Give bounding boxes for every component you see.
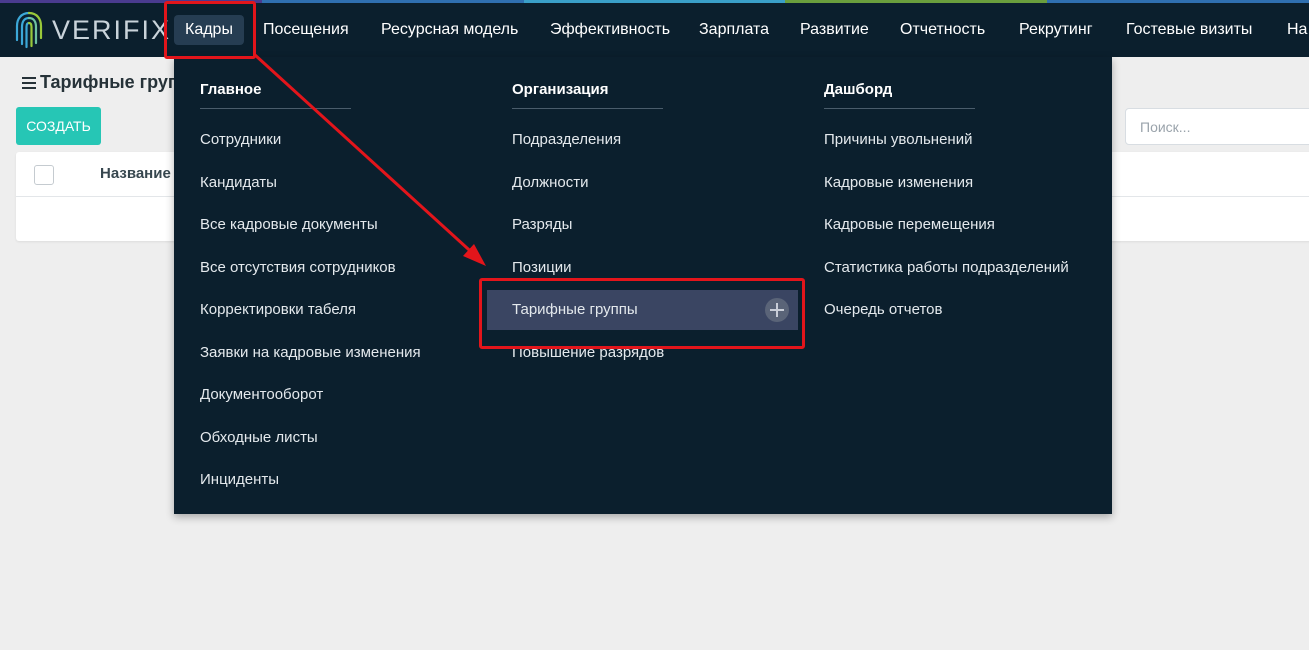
menu-item-grades[interactable]: Разряды <box>512 216 572 233</box>
kadry-dropdown-menu: Главное Сотрудники Кандидаты Все кадровы… <box>174 57 1112 514</box>
nav-item-kadry[interactable]: Кадры <box>174 3 244 57</box>
menu-item-grade-promotion[interactable]: Повышение разрядов <box>512 344 664 361</box>
fingerprint-icon <box>15 11 43 49</box>
nav-item-development[interactable]: Развитие <box>800 3 869 57</box>
create-button[interactable]: СОЗДАТЬ <box>16 107 101 145</box>
search-input[interactable] <box>1125 108 1309 145</box>
menu-item-hr-transfers[interactable]: Кадровые перемещения <box>824 216 995 233</box>
menu-item-hr-changes[interactable]: Кадровые изменения <box>824 174 973 191</box>
menu-item-positions-titles[interactable]: Должности <box>512 174 589 191</box>
menu-item-tariff-groups[interactable]: Тарифные группы <box>487 290 798 330</box>
hamburger-icon[interactable] <box>22 77 36 90</box>
nav-item-guest-visits[interactable]: Гостевые визиты <box>1126 3 1252 57</box>
menu-item-dismissal-reasons[interactable]: Причины увольнений <box>824 131 972 148</box>
menu-item-report-queue[interactable]: Очередь отчетов <box>824 301 942 318</box>
nav-item-resource-model[interactable]: Ресурсная модель <box>381 3 518 57</box>
menu-item-all-absences[interactable]: Все отсутствия сотрудников <box>200 259 396 276</box>
nav-item-recruiting[interactable]: Рекрутинг <box>1019 3 1093 57</box>
divider <box>512 108 663 109</box>
menu-item-departments[interactable]: Подразделения <box>512 131 621 148</box>
nav-item-more[interactable]: На <box>1287 3 1307 57</box>
select-all-checkbox[interactable] <box>34 165 54 185</box>
menu-item-positions[interactable]: Позиции <box>512 259 572 276</box>
menu-heading-dashboard: Дашборд <box>824 81 893 98</box>
menu-item-employees[interactable]: Сотрудники <box>200 131 281 148</box>
page-title-text: Тарифные груп <box>40 72 179 92</box>
menu-item-incidents[interactable]: Инциденты <box>200 471 279 488</box>
menu-item-document-flow[interactable]: Документооборот <box>200 386 323 403</box>
logo[interactable]: VERIFIX <box>14 9 171 51</box>
divider <box>824 108 975 109</box>
menu-item-timesheet-corrections[interactable]: Корректировки табеля <box>200 301 356 318</box>
nav-item-salary[interactable]: Зарплата <box>699 3 769 57</box>
top-navbar: VERIFIX Кадры Посещения Ресурсная модель… <box>0 3 1309 57</box>
menu-item-candidates[interactable]: Кандидаты <box>200 174 277 191</box>
nav-item-visits[interactable]: Посещения <box>263 3 349 57</box>
plus-icon[interactable] <box>765 298 789 322</box>
menu-item-department-stats[interactable]: Статистика работы подразделений <box>824 259 1069 276</box>
menu-item-all-hr-documents[interactable]: Все кадровые документы <box>200 216 378 233</box>
menu-heading-main: Главное <box>200 81 262 98</box>
menu-item-clearance-sheets[interactable]: Обходные листы <box>200 429 318 446</box>
page-title: Тарифные груп <box>22 72 179 93</box>
menu-item-hr-change-requests[interactable]: Заявки на кадровые изменения <box>200 344 421 361</box>
divider <box>200 108 351 109</box>
nav-item-efficiency[interactable]: Эффективность <box>550 3 670 57</box>
menu-item-tariff-groups-label: Тарифные группы <box>512 301 638 318</box>
logo-text: VERIFIX <box>52 14 172 45</box>
column-header-name[interactable]: Название <box>100 165 171 182</box>
nav-item-reports[interactable]: Отчетность <box>900 3 985 57</box>
menu-heading-organization: Организация <box>512 81 609 98</box>
